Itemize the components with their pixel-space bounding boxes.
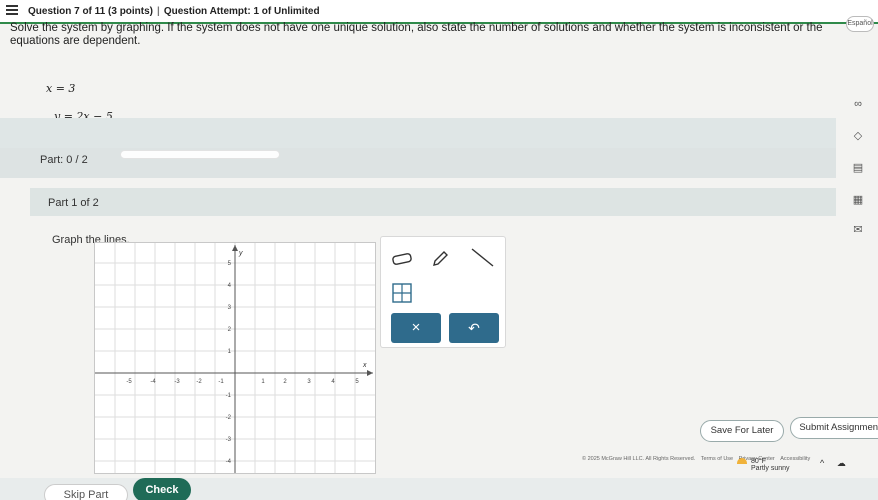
y-tick-label: -3 xyxy=(226,437,232,443)
diamond-icon[interactable]: ◇ xyxy=(852,130,864,142)
part-1-header xyxy=(30,188,836,216)
part-progress-label: Part: 0 / 2 xyxy=(40,154,88,166)
x-tick-label: 2 xyxy=(283,379,287,385)
clear-button[interactable]: × xyxy=(391,313,441,343)
sun-icon xyxy=(737,458,747,465)
equation-1: x = 3 xyxy=(46,82,76,95)
graph-grid[interactable]: x y -5 -4 -3 -2 -1 1 2 3 4 5 5 4 3 2 1 -… xyxy=(95,243,375,473)
weather-text: Partly sunny xyxy=(751,465,790,472)
y-tick-label: 2 xyxy=(228,327,232,333)
part-1-label: Part 1 of 2 xyxy=(48,197,99,209)
y-tick-label: -4 xyxy=(226,459,232,465)
x-tick-label: -5 xyxy=(126,379,132,385)
part-progress-bar xyxy=(120,150,280,159)
x-tick-label: 3 xyxy=(307,379,311,385)
skip-part-button[interactable]: Skip Part xyxy=(44,484,128,500)
chevron-up-icon[interactable]: ^ xyxy=(820,458,824,468)
check-button[interactable]: Check xyxy=(133,478,191,500)
y-axis-label: y xyxy=(238,250,243,257)
y-tick-label: 3 xyxy=(228,305,232,311)
weather-temp: 80°F xyxy=(751,458,766,465)
grid-icon xyxy=(392,283,412,303)
eraser-tool[interactable] xyxy=(387,247,417,271)
terms-link[interactable]: Terms of Use xyxy=(701,456,733,462)
save-for-later-button[interactable]: Save For Later xyxy=(700,420,784,442)
separator: | xyxy=(157,6,160,17)
x-axis-label: x xyxy=(362,362,367,369)
calculator-icon[interactable]: ▦ xyxy=(852,194,864,206)
line-tool[interactable] xyxy=(467,245,497,269)
x-tick-label: -1 xyxy=(218,379,224,385)
submit-assignment-button[interactable]: Submit Assignment xyxy=(790,417,878,439)
pencil-icon xyxy=(433,251,448,266)
x-tick-label: -3 xyxy=(174,379,180,385)
attempt-info: Question Attempt: 1 of Unlimited xyxy=(163,6,320,17)
y-tick-label: 4 xyxy=(228,283,232,289)
graph-canvas[interactable]: x y -5 -4 -3 -2 -1 1 2 3 4 5 5 4 3 2 1 -… xyxy=(94,242,376,474)
x-tick-label: -4 xyxy=(150,379,156,385)
x-axis-arrow xyxy=(367,370,373,376)
y-tick-label: 5 xyxy=(228,261,232,267)
y-tick-label: -1 xyxy=(226,393,232,399)
problem-prompt: Solve the system by graphing. If the sys… xyxy=(10,22,823,47)
y-tick-label: 1 xyxy=(228,349,232,355)
system-tray[interactable]: ^ ☁ xyxy=(820,458,846,469)
infinity-icon[interactable]: ∞ xyxy=(852,98,864,110)
document-icon[interactable]: ▤ xyxy=(852,162,864,174)
cloud-icon: ☁ xyxy=(836,458,846,468)
grid-tool[interactable] xyxy=(387,281,417,305)
mail-icon[interactable]: ✉ xyxy=(852,224,864,236)
x-tick-label: 1 xyxy=(261,379,265,385)
menu-icon[interactable] xyxy=(6,5,18,15)
y-axis-arrow xyxy=(232,245,238,251)
weather-widget[interactable]: 80°F Partly sunny xyxy=(737,458,790,472)
top-bar: Question 7 of 11 (3 points) | Question Att… xyxy=(0,0,878,24)
graph-tool-panel: × ↶ xyxy=(380,236,506,348)
x-tick-label: 5 xyxy=(355,379,359,385)
undo-button[interactable]: ↶ xyxy=(449,313,499,343)
bottom-bar xyxy=(0,478,878,500)
copyright-text: © 2025 McGraw Hill LLC. All Rights Reser… xyxy=(582,456,696,462)
part-header xyxy=(0,118,836,148)
eraser-icon xyxy=(392,253,412,265)
x-tick-label: -2 xyxy=(196,379,202,385)
y-tick-label: -2 xyxy=(226,415,232,421)
question-info: Question 7 of 11 (3 points) | Question Att… xyxy=(28,6,320,17)
question-number: Question 7 of 11 (3 points) xyxy=(28,6,154,17)
language-button[interactable]: Español xyxy=(846,16,874,32)
line-icon xyxy=(471,248,494,267)
pencil-tool[interactable] xyxy=(425,247,455,271)
